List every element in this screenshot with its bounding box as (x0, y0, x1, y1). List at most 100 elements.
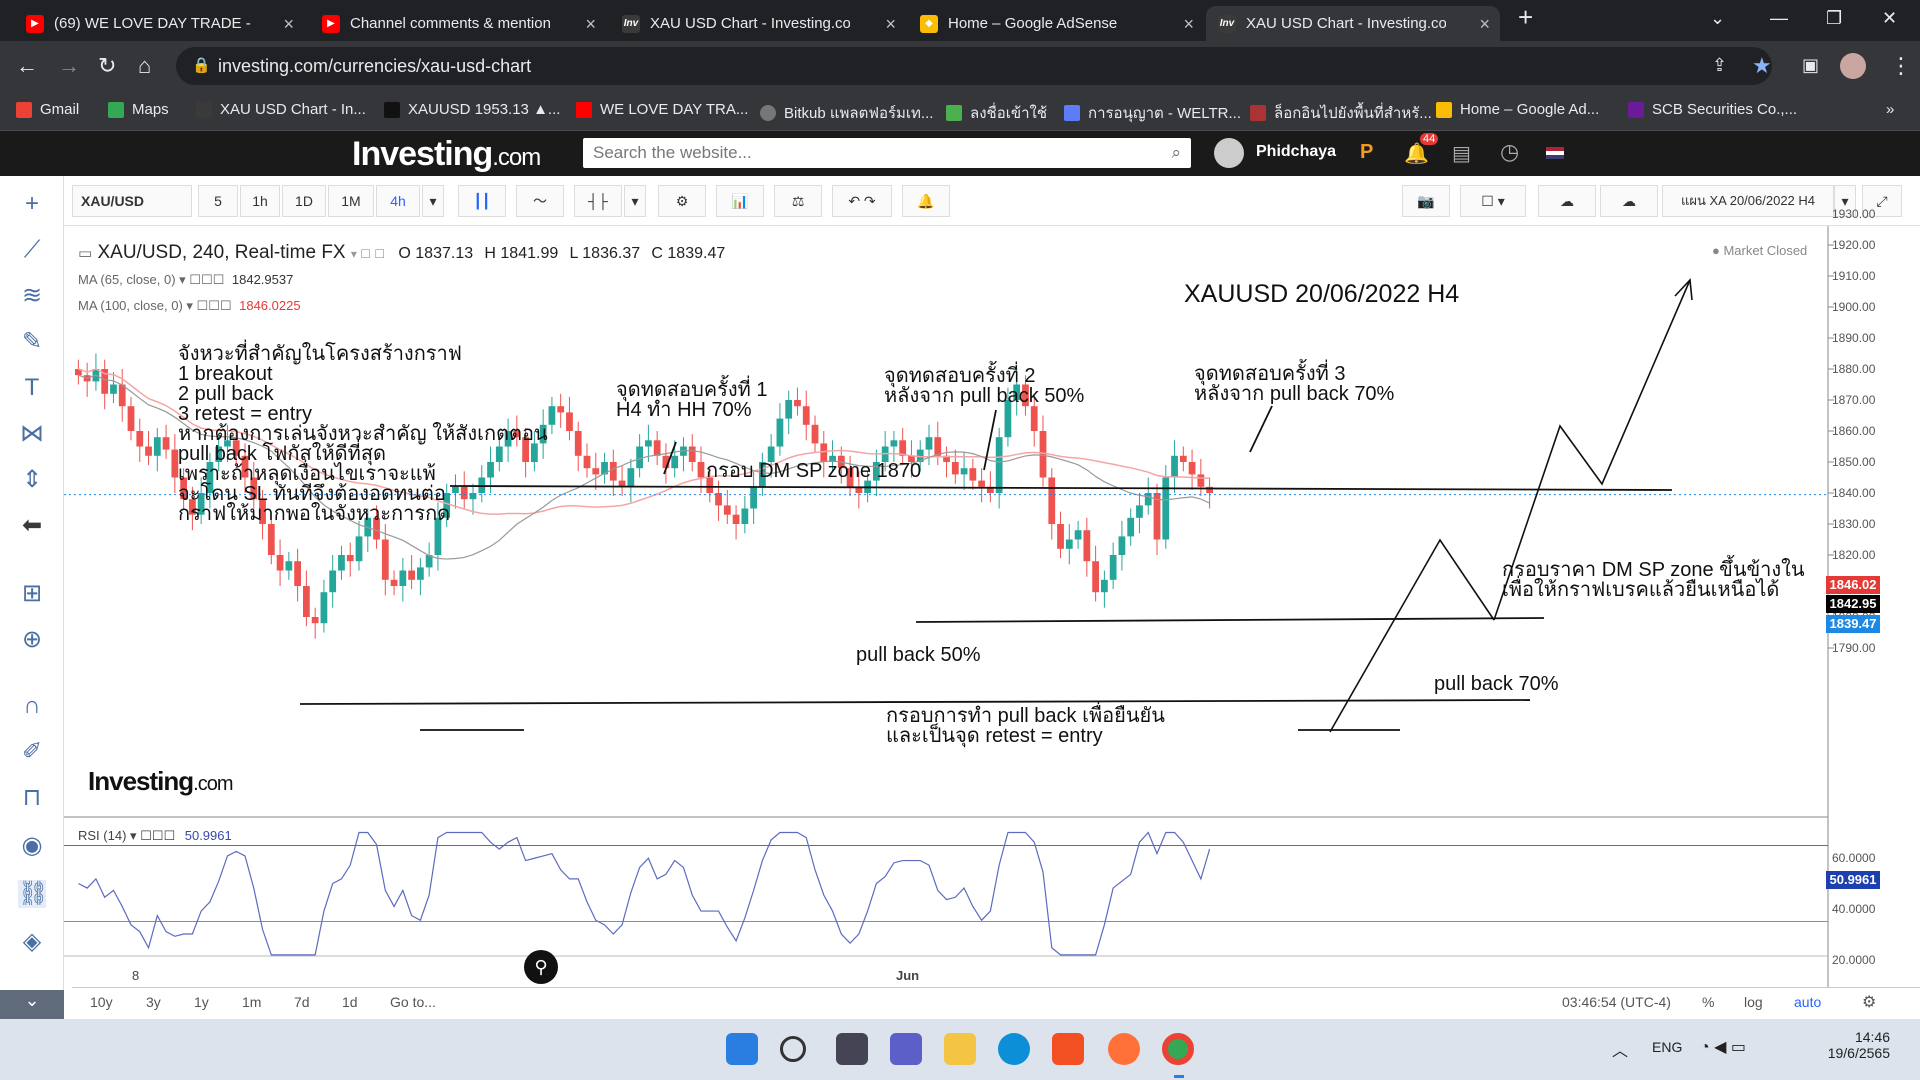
price-chart[interactable] (64, 226, 1920, 987)
alert-icon[interactable]: 🔔 (902, 185, 950, 217)
edge-icon[interactable] (998, 1033, 1030, 1065)
menu-icon[interactable]: ⋮ (1890, 53, 1912, 79)
taskview-icon[interactable] (836, 1033, 868, 1065)
tab-channel-comments[interactable]: ▶ Channel comments & mentions × (310, 6, 606, 41)
file-explorer-icon[interactable] (944, 1033, 976, 1065)
zoom-icon[interactable]: ⊕ (18, 626, 46, 654)
interval-1h[interactable]: 1h (240, 185, 280, 217)
search-icon[interactable] (780, 1036, 806, 1062)
range-10y[interactable]: 10y (90, 994, 113, 1010)
maximize-icon[interactable]: ❐ (1826, 8, 1842, 29)
site-search-input[interactable]: Search the website... ⌕ (583, 138, 1191, 168)
ma100-legend[interactable]: MA (100, close, 0) ▾ ☐☐☐ 1846.0225 (78, 298, 301, 314)
range-1y[interactable]: 1y (194, 994, 209, 1010)
undo-redo-icon[interactable]: ↶ ↷ (832, 185, 892, 217)
percent-toggle[interactable]: % (1702, 994, 1714, 1010)
star-icon[interactable]: ★ (1752, 53, 1772, 79)
measure-icon[interactable]: ⇕ (18, 466, 46, 494)
candles-icon[interactable]: ┃┃ (458, 185, 506, 217)
interval-4h[interactable]: 4h (376, 185, 420, 217)
bookmark-bitkub[interactable]: Bitkub แพลตฟอร์มเท... (760, 101, 933, 125)
reload-icon[interactable]: ↻ (98, 53, 116, 79)
tab-search-icon[interactable]: ⌄ (1710, 8, 1725, 29)
camera-icon[interactable]: 📷 (1402, 185, 1450, 217)
interval-1m[interactable]: 1M (328, 185, 374, 217)
location-pin-icon[interactable]: ⚲ (524, 950, 558, 984)
tab-youtube-daytrade[interactable]: ▶ (69) WE LOVE DAY TRADE - YouT × (14, 6, 304, 41)
search-icon[interactable]: ⌕ (1171, 138, 1181, 168)
investing-logo[interactable]: Investing.com (352, 135, 541, 174)
settings-icon[interactable]: ⚙ (658, 185, 706, 217)
goto-button[interactable]: Go to... (390, 994, 436, 1010)
rsi-legend[interactable]: RSI (14) ▾ ☐☐☐ 50.9961 (78, 828, 232, 844)
us-flag-icon[interactable] (1546, 147, 1564, 159)
link-icon[interactable]: ⛓ (18, 880, 48, 908)
log-toggle[interactable]: log (1744, 994, 1763, 1010)
eye-icon[interactable]: ◉ (18, 832, 46, 860)
new-tab-icon[interactable]: + (1518, 2, 1533, 33)
language-indicator[interactable]: ENG (1652, 1039, 1682, 1055)
share-icon[interactable]: ⇪ (1712, 55, 1727, 76)
close-icon[interactable]: × (585, 14, 596, 35)
tray-chevron-icon[interactable]: ︿ (1612, 1037, 1628, 1061)
symbol-input[interactable]: XAU/USD (72, 185, 192, 217)
bars-icon[interactable]: ┤├ (574, 185, 622, 217)
bookmark-login-area[interactable]: ล็อกอินไปยังพื้นที่สำหรั... (1250, 101, 1432, 125)
brush-icon[interactable]: ✎ (18, 328, 46, 356)
bookmark-gmail[interactable]: Gmail (16, 101, 79, 118)
crosshair-icon[interactable]: + (18, 190, 46, 218)
collapse-icon[interactable]: ▭ (78, 245, 92, 262)
layers-icon[interactable]: ◈ (18, 928, 46, 956)
close-icon[interactable]: × (1479, 14, 1490, 35)
cloud-save-icon[interactable]: ☁ (1600, 185, 1658, 217)
clock[interactable]: 14:46 19/6/2565 (1820, 1029, 1890, 1061)
more-bookmarks-icon[interactable]: » (1886, 101, 1894, 118)
text-tool-icon[interactable]: T (18, 374, 46, 402)
legend-dropdown-icon[interactable]: ▾ ☐ ☐ (351, 247, 385, 261)
magnet-icon[interactable]: ∩ (18, 692, 46, 720)
fib-icon[interactable]: ≋ (18, 282, 46, 310)
bookmark-xau-chart[interactable]: XAU USD Chart - In... (196, 101, 366, 118)
close-icon[interactable]: × (1183, 14, 1194, 35)
auto-toggle[interactable]: auto (1794, 994, 1821, 1010)
avatar[interactable] (1214, 138, 1244, 168)
store-icon[interactable] (1052, 1033, 1084, 1065)
layout-name-select[interactable]: แผน XA 20/06/2022 H4 (1662, 185, 1834, 217)
bookmark-maps[interactable]: Maps (108, 101, 169, 118)
pro-icon[interactable]: P (1360, 141, 1373, 164)
close-icon[interactable]: × (283, 14, 294, 35)
chart-type-dropdown-icon[interactable]: ▾ (624, 185, 646, 217)
indicators-icon[interactable]: 📊 (716, 185, 764, 217)
clock-icon[interactable]: ◷ (1500, 139, 1519, 165)
sidepanel-icon[interactable]: ▣ (1802, 55, 1819, 76)
chrome-icon[interactable] (1162, 1033, 1194, 1065)
interval-1d[interactable]: 1D (282, 185, 326, 217)
teams-icon[interactable] (890, 1033, 922, 1065)
back-icon[interactable]: ← (16, 53, 38, 79)
line-chart-icon[interactable]: 〜 (516, 185, 564, 217)
lock-icon[interactable]: ⊓ (18, 784, 46, 812)
bookmark-youtube[interactable]: WE LOVE DAY TRA... (576, 101, 748, 118)
range-1d[interactable]: 1d (342, 994, 358, 1010)
fullscreen-box-icon[interactable]: ☐ ▾ (1460, 185, 1526, 217)
settings-icon[interactable]: ⚙ (1862, 992, 1876, 1012)
briefcase-icon[interactable]: ▤ (1452, 141, 1471, 166)
profile-avatar[interactable] (1840, 53, 1866, 79)
forward-icon[interactable]: → (58, 53, 80, 79)
ruler-icon[interactable]: ⊞ (18, 580, 46, 608)
url-input[interactable]: 🔒 investing.com/currencies/xau-usd-chart (176, 47, 1772, 85)
tab-adsense[interactable]: ◆ Home – Google AdSense × (908, 6, 1204, 41)
trendline-icon[interactable]: ⟋ (18, 236, 46, 264)
bookmark-tradingview[interactable]: XAUUSD 1953.13 ▲... (384, 101, 560, 118)
range-1m[interactable]: 1m (242, 994, 261, 1010)
bookmark-weltrade[interactable]: การอนุญาต - WELTR... (1064, 101, 1241, 125)
interval-5[interactable]: 5 (198, 185, 238, 217)
tab-xau-chart-active[interactable]: Inv XAU USD Chart - Investing.com × (1206, 6, 1500, 41)
ma65-legend[interactable]: MA (65, close, 0) ▾ ☐☐☐ 1842.9537 (78, 272, 293, 288)
start-icon[interactable] (726, 1033, 758, 1065)
close-icon[interactable]: × (885, 14, 896, 35)
firefox-icon[interactable] (1108, 1033, 1140, 1065)
username[interactable]: Phidchaya (1256, 143, 1336, 161)
interval-dropdown-icon[interactable]: ▾ (422, 185, 444, 217)
home-icon[interactable]: ⌂ (138, 53, 151, 79)
